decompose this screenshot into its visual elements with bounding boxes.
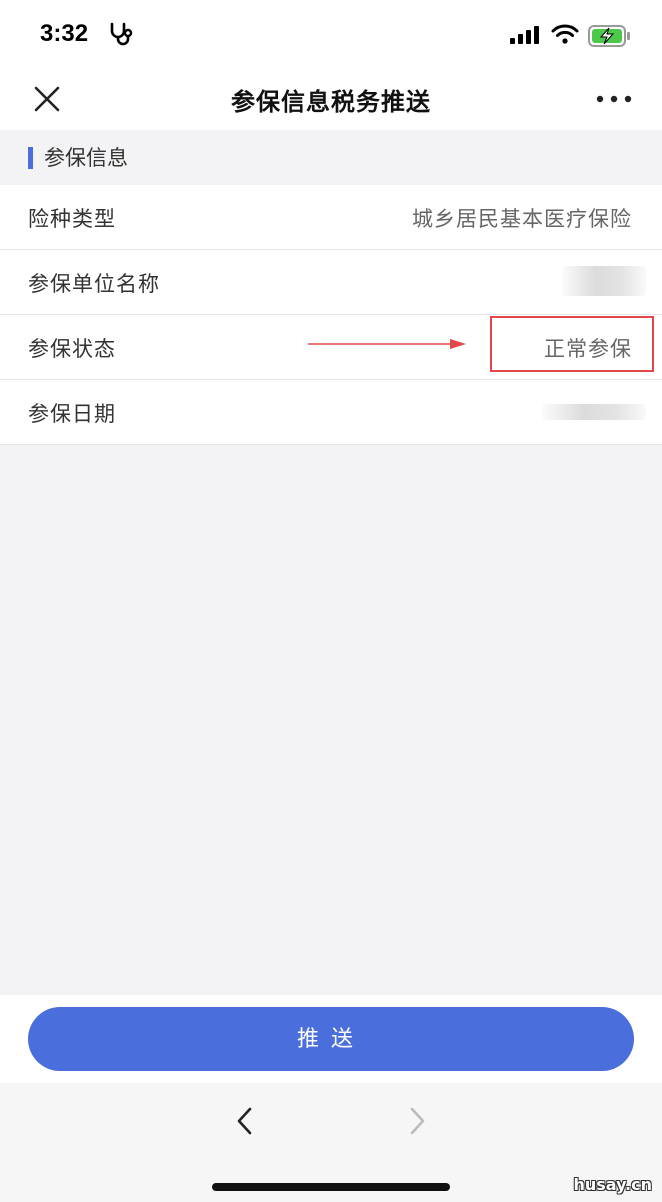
nav-bar: 参保信息税务推送 bbox=[0, 68, 662, 130]
section-header: 参保信息 bbox=[0, 130, 662, 185]
info-row-insurance-date: 参保日期 bbox=[0, 380, 662, 445]
row-label: 险种类型 bbox=[28, 207, 116, 231]
info-row-employer-name: 参保单位名称 bbox=[0, 250, 662, 315]
redacted-value bbox=[562, 266, 646, 296]
row-label: 参保状态 bbox=[28, 337, 116, 361]
row-label: 参保日期 bbox=[28, 402, 116, 426]
push-button[interactable]: 推送 bbox=[28, 1007, 634, 1071]
section-title: 参保信息 bbox=[44, 146, 128, 170]
stethoscope-icon bbox=[110, 22, 133, 46]
home-indicator bbox=[212, 1183, 450, 1191]
row-value: 城乡居民基本医疗保险 bbox=[412, 207, 632, 231]
chevron-left-icon[interactable] bbox=[230, 1103, 260, 1139]
row-value: 正常参保 bbox=[544, 337, 632, 361]
browser-toolbar: husay.cn bbox=[0, 1083, 662, 1202]
chevron-right-icon[interactable] bbox=[402, 1103, 432, 1139]
watermark: husay.cn bbox=[573, 1175, 652, 1194]
wifi-icon bbox=[551, 24, 579, 44]
page-title: 参保信息税务推送 bbox=[231, 88, 431, 116]
battery-charging-icon bbox=[588, 25, 630, 47]
status-bar: 3:32 bbox=[0, 0, 662, 68]
signal-icon bbox=[510, 26, 539, 44]
annotation-arrow bbox=[308, 339, 466, 349]
redacted-value bbox=[542, 404, 646, 420]
section-accent-bar bbox=[28, 147, 33, 169]
info-row-insurance-type: 险种类型 城乡居民基本医疗保险 bbox=[0, 185, 662, 250]
bottom-action-area: 推送 bbox=[0, 995, 662, 1083]
more-icon[interactable] bbox=[594, 86, 634, 112]
insurance-info-list: 险种类型 城乡居民基本医疗保险 参保单位名称 参保状态 正常参保 参保日期 bbox=[0, 185, 662, 445]
status-time: 3:32 bbox=[40, 20, 89, 47]
info-row-insurance-status: 参保状态 正常参保 bbox=[0, 315, 662, 380]
row-label: 参保单位名称 bbox=[28, 272, 160, 296]
